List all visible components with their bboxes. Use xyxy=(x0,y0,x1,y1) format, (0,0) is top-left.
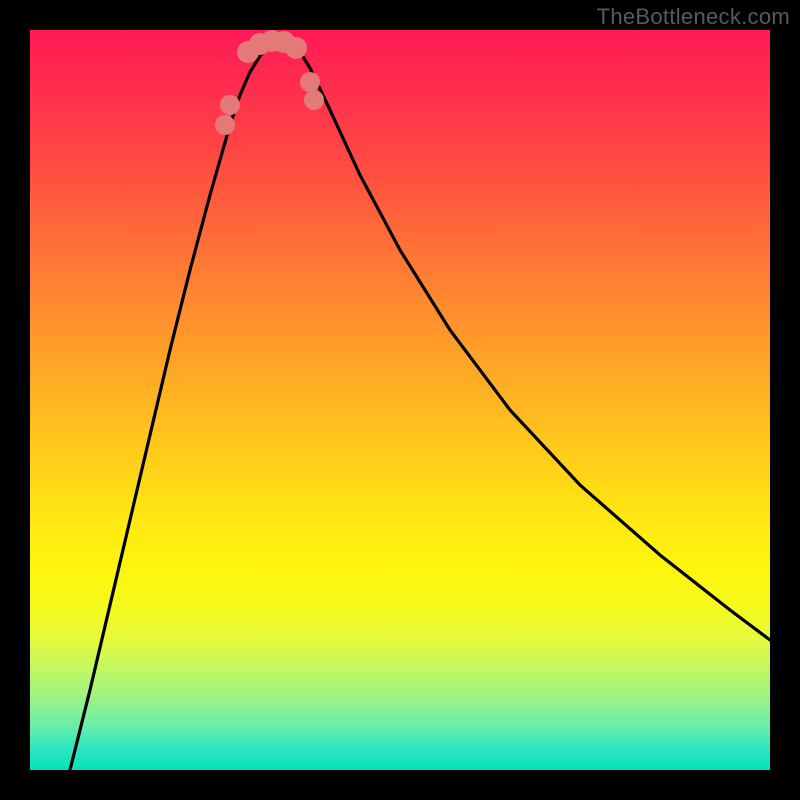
marker-right-upper xyxy=(300,72,320,92)
bottleneck-curve xyxy=(70,42,770,770)
marker-bottom-5 xyxy=(285,37,307,59)
watermark-text: TheBottleneck.com xyxy=(597,4,790,30)
curve-markers xyxy=(215,30,324,135)
chart-plot-area xyxy=(30,30,770,770)
marker-left-upper xyxy=(215,115,235,135)
marker-right-lower xyxy=(304,90,324,110)
chart-svg xyxy=(30,30,770,770)
marker-left-lower xyxy=(220,95,240,115)
